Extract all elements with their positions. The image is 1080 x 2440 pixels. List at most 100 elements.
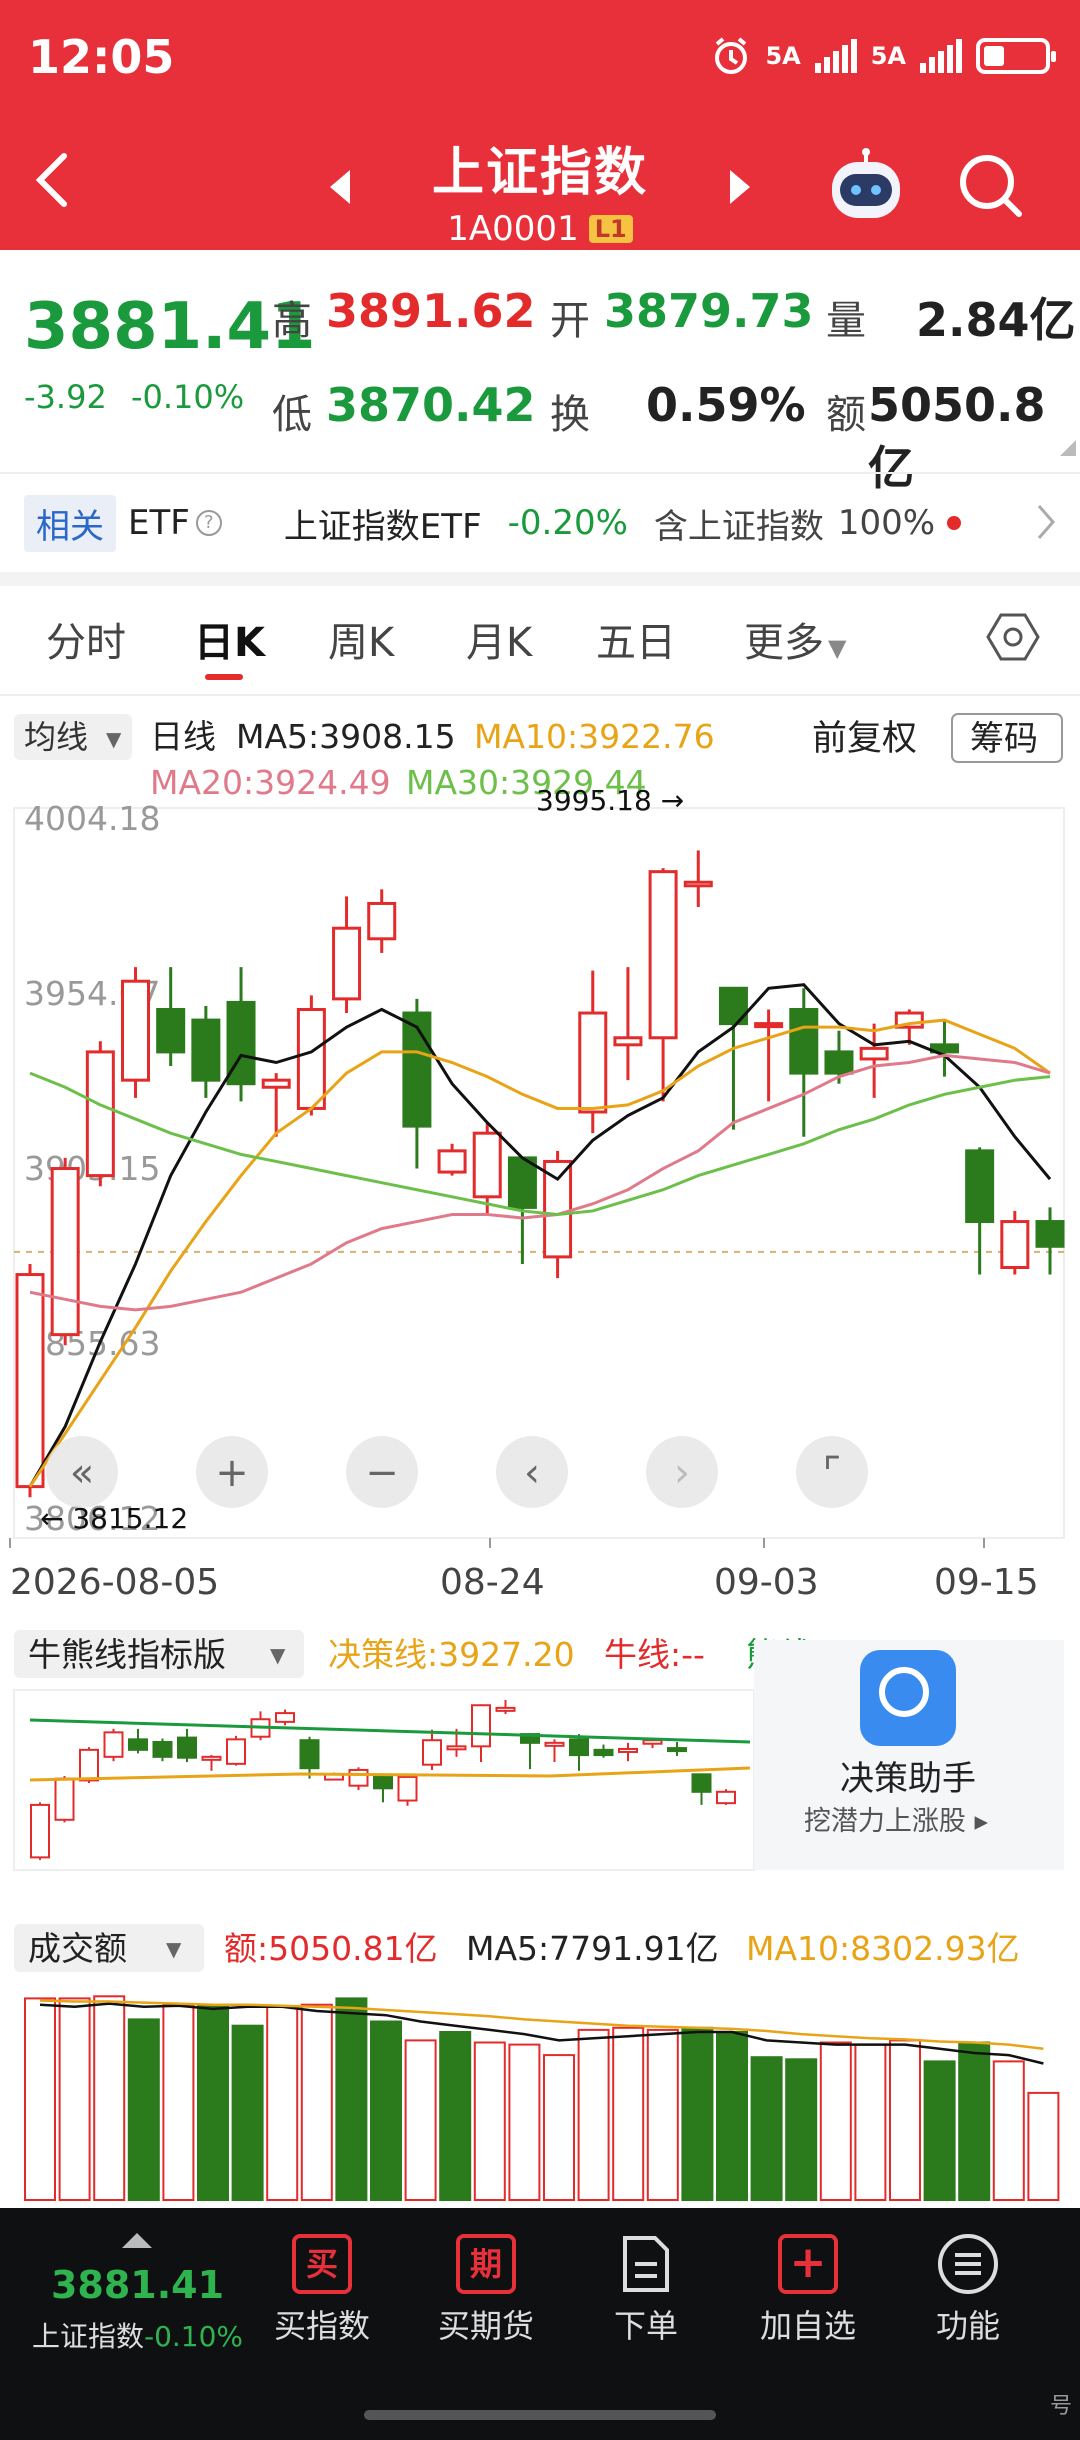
volume-bar	[127, 2018, 160, 2202]
tab-five-day[interactable]: 五日	[596, 610, 676, 668]
back-arrow-icon[interactable]	[30, 150, 74, 210]
settings-hexagon-icon[interactable]	[986, 610, 1040, 664]
volume-bar	[750, 2056, 783, 2201]
place-order-label: 下单	[613, 2307, 678, 2345]
price-change: -3.92 -0.10%	[24, 378, 244, 416]
expand-corner-icon[interactable]	[1060, 440, 1076, 456]
volume-amount-label: 额:5050.81亿	[224, 1929, 438, 1968]
add-watchlist-button[interactable]: + 加自选	[738, 2233, 878, 2347]
y-tick-label: 4004.18	[24, 799, 160, 838]
kline-chart[interactable]: 均线 ▼ 日线 MA5:3908.15 MA10:3922.76 MA20:3924.49…	[0, 696, 1080, 2206]
question-mark-icon[interactable]: ?	[195, 510, 222, 536]
volume-value: 2.84亿	[916, 293, 1076, 347]
etf-label: ETF	[128, 503, 190, 543]
change-value: -3.92	[24, 378, 107, 416]
promo-subtitle: 挖潜力上涨股 ▸	[804, 1806, 989, 1837]
indicator-candle	[593, 1748, 614, 1757]
indicator-candle	[642, 1739, 663, 1745]
tab-more[interactable]: 更多 ▼	[744, 610, 846, 668]
chart-control-zoom-out-icon: −	[365, 1450, 399, 1496]
ma5-label: MA5:3908.15	[236, 717, 456, 756]
change-percent: -0.10%	[130, 378, 245, 416]
indicator-candle	[397, 1775, 418, 1802]
buy-futures-button[interactable]: 期买期货	[416, 2233, 556, 2347]
volume-bar	[992, 2060, 1025, 2202]
tab-intraday[interactable]: 分时	[46, 610, 126, 668]
decision-assistant-icon	[860, 1650, 956, 1746]
ma-line-ma5	[28, 983, 1052, 1488]
buy-index-label: 买指数	[273, 2307, 370, 2345]
chart-control-right-icon: ›	[674, 1450, 690, 1496]
x-tick-label: 09-15	[934, 1562, 1039, 1603]
indicator-candle	[30, 1803, 50, 1859]
indicator-candle	[226, 1738, 246, 1765]
buy-futures-icon: 期	[456, 2234, 516, 2294]
tab-daily-k[interactable]: 日K	[194, 610, 265, 668]
section-gap	[0, 572, 1080, 586]
buy-index-button[interactable]: 买买指数	[252, 2233, 392, 2347]
quote-panel: 3881.41 -3.92 -0.10% 高 3891.62 开 3879.73…	[0, 250, 1080, 495]
stock-code: 1A0001	[447, 209, 579, 249]
functions-button[interactable]: 功能	[898, 2233, 1038, 2347]
volume-ma5-label: MA5:7791.91亿	[466, 1929, 719, 1968]
candle	[437, 1149, 467, 1174]
dropdown-triangle-icon: ▼	[828, 634, 847, 662]
volume-bar	[335, 1997, 368, 2202]
ma-line-ma30	[29, 1071, 1051, 1216]
volume-bar	[231, 2024, 264, 2201]
network-type-1: 5A	[765, 42, 801, 70]
related-etf-row[interactable]: 相关 ETF ? 上证指数ETF -0.20% 含上证指数 100%	[0, 476, 1080, 570]
candle	[156, 1007, 186, 1054]
robot-assistant-icon[interactable]	[826, 148, 906, 224]
active-tab-indicator	[205, 674, 243, 680]
place-order-button[interactable]: 下单	[576, 2233, 716, 2347]
battery-icon	[976, 38, 1056, 74]
turnover-value: 0.59%	[646, 378, 806, 432]
period-label: 日线	[150, 717, 216, 756]
volume-bar	[370, 2020, 402, 2201]
indicator-candle	[152, 1740, 173, 1758]
menu-circle-icon	[938, 2234, 998, 2294]
home-indicator[interactable]	[364, 2410, 716, 2420]
indicator-candle	[79, 1748, 99, 1782]
x-tick-label: 2026-08-05	[10, 1562, 219, 1603]
indicator-candle	[177, 1736, 197, 1759]
candle	[121, 979, 151, 1082]
next-stock-icon[interactable]	[730, 170, 750, 204]
up-caret-icon[interactable]	[120, 2230, 154, 2250]
tab-more-label: 更多	[744, 620, 824, 666]
indicator-candle	[446, 1745, 467, 1751]
chevron-right-icon[interactable]	[1036, 502, 1056, 542]
header-bar: 12:05 5A 5A 上证指数 1A0001 L1	[0, 0, 1080, 250]
candle	[789, 1007, 819, 1075]
indicator-candle	[618, 1747, 638, 1753]
edge-label: 号	[1050, 2394, 1073, 2419]
high-value: 3891.62	[326, 284, 536, 338]
tab-monthly-k[interactable]: 月K	[466, 610, 532, 668]
dropdown-triangle-icon: ▼	[106, 727, 122, 751]
volume-bar	[508, 2043, 541, 2201]
divider	[0, 472, 1080, 474]
ma-line-ma10	[28, 1018, 1051, 1488]
signal-icon	[814, 39, 857, 73]
indicator-candle	[544, 1741, 565, 1747]
x-tick-label: 09-03	[714, 1562, 819, 1603]
period-tabs: 分时 日K 周K 月K 五日 更多 ▼	[0, 586, 1080, 696]
candle	[543, 1159, 573, 1259]
volume-bar	[577, 2028, 610, 2202]
candle	[472, 1131, 502, 1199]
search-icon[interactable]	[955, 150, 1025, 220]
candle	[50, 1167, 80, 1337]
indicator-candle	[54, 1777, 75, 1821]
volume-bar	[785, 2058, 818, 2202]
add-icon: +	[778, 2234, 838, 2294]
tab-weekly-k[interactable]: 周K	[328, 610, 394, 668]
volume-bar	[197, 2003, 229, 2201]
volume-bar	[681, 2026, 714, 2202]
candle	[367, 901, 397, 941]
turnover-label: 换	[550, 392, 590, 438]
volume-bar	[300, 2003, 333, 2201]
candle	[507, 1156, 537, 1209]
bull-line-label: 牛线:--	[604, 1635, 705, 1674]
volume-bar	[1027, 2091, 1060, 2202]
